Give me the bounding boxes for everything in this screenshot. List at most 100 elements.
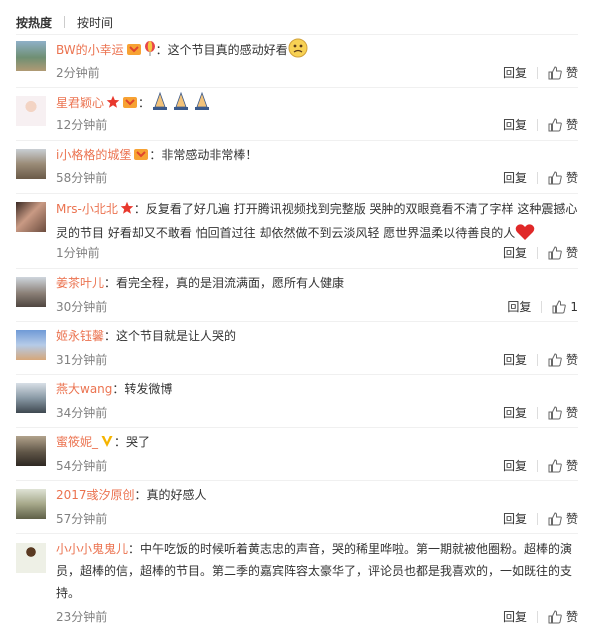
avatar[interactable] (16, 41, 46, 71)
comment-item: Mrs-小北北 ：反复看了好几遍 打开腾讯视频找到完整版 哭肿的双眼竟看不清了字样… (16, 193, 578, 265)
avatar[interactable] (16, 330, 46, 360)
like-button[interactable]: 赞 (548, 116, 578, 133)
like-button[interactable]: 赞 (548, 510, 578, 527)
vip-badge-icon (122, 94, 138, 116)
avatar[interactable] (16, 149, 46, 179)
avatar[interactable] (16, 202, 46, 232)
like-button[interactable]: 赞 (548, 169, 578, 186)
like-button[interactable]: 赞 (548, 457, 578, 474)
action-divider (536, 246, 538, 259)
username-link[interactable]: i小格格的城堡 (56, 148, 131, 162)
reply-button[interactable]: 回复 (507, 298, 531, 315)
comment-body: ：转发微博 (112, 382, 173, 396)
tab-divider (64, 16, 66, 28)
comment-text: BW的小幸运 ：这个节目真的感动好看 (56, 38, 578, 65)
reply-button[interactable]: 回复 (503, 608, 527, 625)
comment-body: ：真的好感人 (134, 488, 207, 502)
action-divider (536, 118, 538, 131)
verified-v-icon (100, 433, 114, 455)
avatar[interactable] (16, 436, 46, 466)
comment-time: 58分钟前 (56, 171, 108, 185)
comment-text: 姜茶叶儿：看完全程，真的是泪流满面，愿所有人健康 (56, 272, 578, 294)
like-label: 赞 (565, 171, 578, 185)
comment-item: 小小小鬼鬼儿：中午吃饭的时候听着黄志忠的声音，哭的稀里哗啦。第一期就被他圈粉。超… (16, 533, 578, 627)
vip-badge-icon (133, 146, 149, 168)
like-button[interactable]: 1 (552, 300, 578, 314)
comment-text: Mrs-小北北 ：反复看了好几遍 打开腾讯视频找到完整版 哭肿的双眼竟看不清了字样… (56, 198, 578, 248)
comment-actions: 回复 赞 (503, 64, 578, 81)
username-link[interactable]: Mrs-小北北 (56, 202, 118, 216)
username-link[interactable]: 燕大wang (56, 382, 112, 396)
action-divider (536, 610, 538, 623)
action-divider (541, 300, 543, 313)
comment-item: BW的小幸运 ：这个节目真的感动好看 2分钟前 回复 赞 (16, 34, 578, 84)
reply-button[interactable]: 回复 (503, 351, 527, 368)
comment-text: i小格格的城堡 ：非常感动非常棒！ (56, 144, 578, 168)
thumbs-up-icon (548, 170, 562, 184)
comment-text: 小小小鬼鬼儿：中午吃饭的时候听着黄志忠的声音，哭的稀里哗啦。第一期就被他圈粉。超… (56, 538, 578, 604)
username-link[interactable]: 姜茶叶儿 (56, 276, 104, 290)
star-badge-icon (106, 94, 120, 116)
like-button[interactable]: 赞 (548, 608, 578, 625)
comment-body: ：这个节目真的感动好看 (155, 43, 288, 57)
reply-button[interactable]: 回复 (503, 404, 527, 421)
avatar[interactable] (16, 383, 46, 413)
comment-item: 2017彧汐原创：真的好感人 57分钟前 回复 赞 (16, 480, 578, 530)
comment-actions: 回复 赞 (503, 404, 578, 421)
avatar[interactable] (16, 543, 46, 573)
thumbs-up-icon (548, 352, 562, 366)
like-label: 赞 (565, 406, 578, 420)
thumbs-up-icon (548, 458, 562, 472)
comment-body: ：这个节目就是让人哭的 (104, 329, 237, 343)
reply-button[interactable]: 回复 (503, 116, 527, 133)
comment-actions: 回复 赞 (503, 169, 578, 186)
avatar[interactable] (16, 96, 46, 126)
star-badge-icon (120, 200, 134, 222)
comment-time: 1分钟前 (56, 246, 100, 260)
username-link[interactable]: 小小小鬼鬼儿 (56, 542, 128, 556)
comment-item: i小格格的城堡 ：非常感动非常棒！ 58分钟前 回复 赞 (16, 140, 578, 190)
like-button[interactable]: 赞 (548, 404, 578, 421)
thumbs-up-icon (548, 117, 562, 131)
avatar[interactable] (16, 277, 46, 307)
reply-button[interactable]: 回复 (503, 64, 527, 81)
like-label: 赞 (565, 353, 578, 367)
like-count: 1 (570, 299, 578, 314)
like-button[interactable]: 赞 (548, 351, 578, 368)
comment-text: 燕大wang：转发微博 (56, 378, 578, 400)
sort-tabs: 按热度 按时间 (16, 12, 113, 32)
comment-time: 31分钟前 (56, 353, 108, 367)
username-link[interactable]: BW的小幸运 (56, 43, 124, 57)
thumbs-up-icon (548, 609, 562, 623)
username-link[interactable]: 星君颖心 (56, 96, 104, 110)
username-link[interactable]: 姬永钰馨 (56, 329, 104, 343)
reply-button[interactable]: 回复 (503, 510, 527, 527)
comment-time: 57分钟前 (56, 512, 108, 526)
tab-by-popularity[interactable]: 按热度 (16, 14, 52, 31)
like-label: 赞 (565, 66, 578, 80)
comment-actions: 回复 赞 (503, 244, 578, 261)
comment-actions: 回复 赞 (503, 510, 578, 527)
comment-item: 燕大wang：转发微博 34分钟前 回复 赞 (16, 374, 578, 424)
avatar[interactable] (16, 489, 46, 519)
action-divider (536, 512, 538, 525)
action-divider (536, 353, 538, 366)
like-label: 赞 (565, 246, 578, 260)
like-label: 赞 (565, 610, 578, 624)
like-button[interactable]: 赞 (548, 244, 578, 261)
comment-actions: 回复 赞 (503, 351, 578, 368)
like-button[interactable]: 赞 (548, 64, 578, 81)
username-link[interactable]: 2017彧汐原创 (56, 488, 135, 502)
reply-button[interactable]: 回复 (503, 169, 527, 186)
comment-text: 姬永钰馨：这个节目就是让人哭的 (56, 325, 578, 347)
comment-actions: 回复 赞 (503, 608, 578, 625)
username-link[interactable]: 蜜筱妮_ (56, 435, 98, 449)
comment-time: 2分钟前 (56, 66, 100, 80)
vip-badge-icon (126, 41, 142, 63)
comment-time: 34分钟前 (56, 406, 108, 420)
reply-button[interactable]: 回复 (503, 457, 527, 474)
balloon-icon (144, 41, 156, 63)
reply-button[interactable]: 回复 (503, 244, 527, 261)
tab-by-time[interactable]: 按时间 (77, 14, 113, 31)
action-divider (536, 66, 538, 79)
